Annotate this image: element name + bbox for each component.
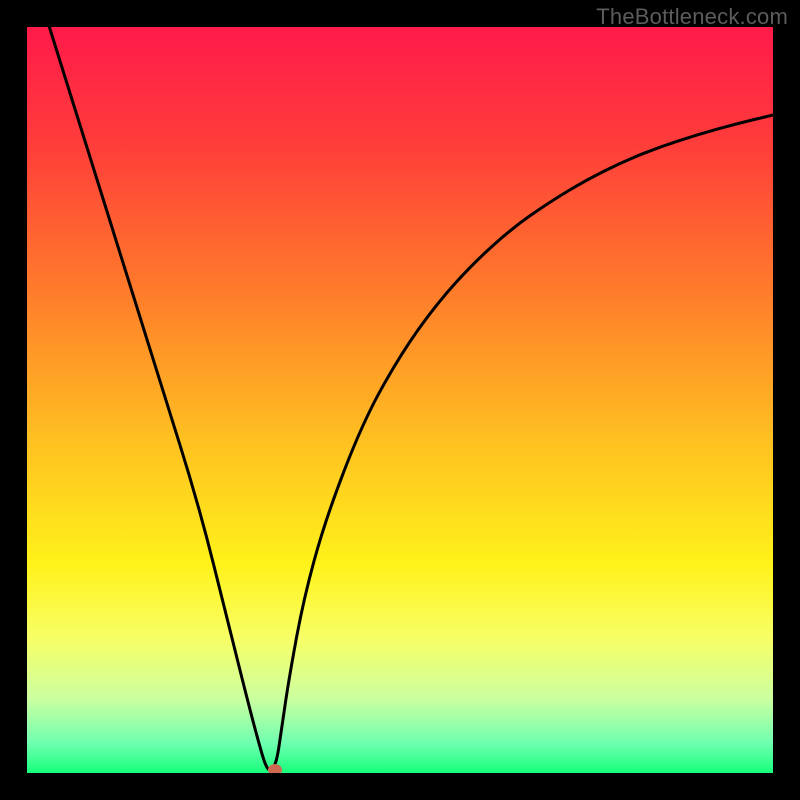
gradient-background: [27, 27, 773, 773]
plot-area: [27, 27, 773, 773]
watermark-label: TheBottleneck.com: [596, 4, 788, 30]
optimum-marker-icon: [268, 764, 282, 773]
chart-frame: TheBottleneck.com: [0, 0, 800, 800]
